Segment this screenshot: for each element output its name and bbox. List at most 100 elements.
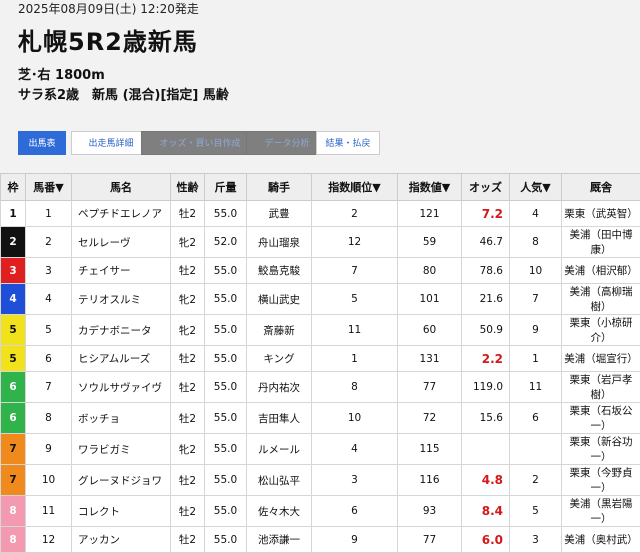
col-name[interactable]: グレーヌドジョワ [72,465,171,496]
col-pop: 9 [510,315,562,346]
entry-table: 枠馬番▼馬名性齢斤量騎手指数順位▼指数値▼オッズ人気▼厩舎 11ペプチドエレノア… [0,173,640,553]
col-waku: 3 [1,258,26,284]
col-index: 72 [398,403,462,434]
col-pop: 3 [510,527,562,553]
col-rank: 10 [312,403,398,434]
col-pop-header[interactable]: 人気▼ [510,174,562,201]
col-waku: 5 [1,315,26,346]
col-name[interactable]: ソウルサヴァイヴ [72,372,171,403]
col-odds-header: オッズ [462,174,510,201]
col-pop: 8 [510,227,562,258]
col-waku: 5 [1,346,26,372]
col-odds: 50.9 [462,315,510,346]
col-rank-header[interactable]: 指数順位▼ [312,174,398,201]
col-sexage: 牝2 [171,434,205,465]
table-row[interactable]: 33チェイサー牡255.0鮫島克駿78078.610美浦（相沢郁） [1,258,640,284]
col-stable: 美浦（田中博康） [562,227,640,258]
col-sexage: 牡2 [171,201,205,227]
table-row[interactable]: 44テリオスルミ牝255.0横山武史510121.67美浦（高柳瑞樹） [1,284,640,315]
col-jockey: キング [247,346,312,372]
table-row[interactable]: 67ソウルサヴァイヴ牡255.0丹内祐次877119.011栗東（岩戸孝樹） [1,372,640,403]
col-jockey: 池添謙一 [247,527,312,553]
col-stable: 栗東（武英智） [562,201,640,227]
col-index: 115 [398,434,462,465]
col-rank: 2 [312,201,398,227]
tab-results[interactable]: 結果・払戻 [316,131,380,155]
col-weight: 55.0 [205,527,247,553]
col-pop: 6 [510,403,562,434]
col-waku: 6 [1,403,26,434]
col-waku-header: 枠 [1,174,26,201]
col-name[interactable]: アッカン [72,527,171,553]
col-index: 80 [398,258,462,284]
col-name[interactable]: ヒシアムルーズ [72,346,171,372]
tab-odds[interactable]: オッズ・買い目作成 [141,131,259,155]
table-row[interactable]: 79ワラビガミ牝255.0ルメール4115栗東（新谷功一） [1,434,640,465]
col-index: 101 [398,284,462,315]
col-umaban: 8 [26,403,72,434]
col-sexage: 牡2 [171,465,205,496]
tab-shutsubahyo[interactable]: 出馬表 [18,131,66,155]
col-weight-header: 斤量 [205,174,247,201]
col-pop: 11 [510,372,562,403]
col-name[interactable]: チェイサー [72,258,171,284]
col-name[interactable]: カデナボニータ [72,315,171,346]
col-rank: 12 [312,227,398,258]
col-jockey: 松山弘平 [247,465,312,496]
col-jockey: 横山武史 [247,284,312,315]
col-pop: 2 [510,465,562,496]
col-odds: 15.6 [462,403,510,434]
col-odds [462,434,510,465]
col-index: 121 [398,201,462,227]
col-weight: 55.0 [205,372,247,403]
col-rank: 1 [312,346,398,372]
col-weight: 55.0 [205,403,247,434]
table-row[interactable]: 710グレーヌドジョワ牡255.0松山弘平31164.82栗東（今野貞一） [1,465,640,496]
col-rank: 11 [312,315,398,346]
col-waku: 4 [1,284,26,315]
col-weight: 55.0 [205,315,247,346]
col-umaban: 9 [26,434,72,465]
col-odds: 6.0 [462,527,510,553]
col-index-header[interactable]: 指数値▼ [398,174,462,201]
table-body: 11ペプチドエレノア牡255.0武豊21217.24栗東（武英智）22セルレーヴ… [1,201,640,553]
col-name[interactable]: ワラビガミ [72,434,171,465]
col-umaban: 12 [26,527,72,553]
col-jockey: 吉田隼人 [247,403,312,434]
col-sexage: 牡2 [171,527,205,553]
col-umaban: 7 [26,372,72,403]
race-conditions: サラ系2歳 新馬 (混合)[指定] 馬齢 [18,84,229,103]
col-umaban: 3 [26,258,72,284]
tab-horse-detail[interactable]: 出走馬詳細 [71,131,151,155]
col-stable: 栗東（今野貞一） [562,465,640,496]
col-waku: 2 [1,227,26,258]
col-odds: 21.6 [462,284,510,315]
col-waku: 7 [1,434,26,465]
col-umaban: 5 [26,315,72,346]
table-row[interactable]: 22セルレーヴ牝252.0舟山瑠泉125946.78美浦（田中博康） [1,227,640,258]
col-umaban-header[interactable]: 馬番▼ [26,174,72,201]
col-sexage: 牝2 [171,284,205,315]
col-jockey-header: 騎手 [247,174,312,201]
col-index: 59 [398,227,462,258]
table-row[interactable]: 812アッカン牡255.0池添謙一9776.03美浦（奥村武） [1,527,640,553]
col-odds: 2.2 [462,346,510,372]
col-sexage: 牡2 [171,372,205,403]
col-name[interactable]: ペプチドエレノア [72,201,171,227]
col-stable: 美浦（高柳瑞樹） [562,284,640,315]
col-pop: 1 [510,346,562,372]
table-row[interactable]: 56ヒシアムルーズ牡255.0キング11312.21美浦（堀宣行） [1,346,640,372]
col-weight: 55.0 [205,284,247,315]
col-rank: 9 [312,527,398,553]
col-name[interactable]: セルレーヴ [72,227,171,258]
table-row[interactable]: 55カデナボニータ牝255.0斎藤新116050.99栗東（小椋研介） [1,315,640,346]
col-name[interactable]: ボッチョ [72,403,171,434]
col-rank: 4 [312,434,398,465]
table-row[interactable]: 68ボッチョ牡255.0吉田隼人107215.66栗東（石坂公一） [1,403,640,434]
race-title: 札幌5R2歳新馬 [18,22,198,57]
col-index: 60 [398,315,462,346]
col-name-header: 馬名 [72,174,171,201]
col-index: 77 [398,372,462,403]
table-row[interactable]: 11ペプチドエレノア牡255.0武豊21217.24栗東（武英智） [1,201,640,227]
col-name[interactable]: テリオスルミ [72,284,171,315]
